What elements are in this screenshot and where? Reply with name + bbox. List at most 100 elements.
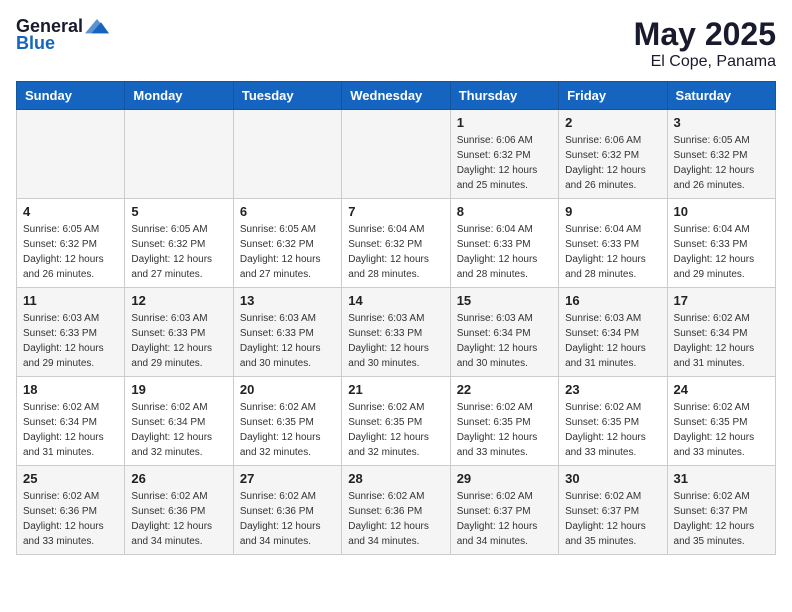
day-number: 9 (565, 204, 660, 219)
day-number: 16 (565, 293, 660, 308)
day-info: Sunrise: 6:05 AMSunset: 6:32 PMDaylight:… (240, 222, 335, 282)
calendar-cell (17, 110, 125, 199)
day-number: 10 (674, 204, 769, 219)
day-number: 27 (240, 471, 335, 486)
calendar-cell: 11 Sunrise: 6:03 AMSunset: 6:33 PMDaylig… (17, 288, 125, 377)
day-number: 25 (23, 471, 118, 486)
calendar-cell: 29 Sunrise: 6:02 AMSunset: 6:37 PMDaylig… (450, 466, 558, 555)
day-number: 23 (565, 382, 660, 397)
calendar-cell: 16 Sunrise: 6:03 AMSunset: 6:34 PMDaylig… (559, 288, 667, 377)
calendar-cell: 28 Sunrise: 6:02 AMSunset: 6:36 PMDaylig… (342, 466, 450, 555)
day-info: Sunrise: 6:02 AMSunset: 6:36 PMDaylight:… (131, 489, 226, 549)
day-info: Sunrise: 6:06 AMSunset: 6:32 PMDaylight:… (565, 133, 660, 193)
day-info: Sunrise: 6:03 AMSunset: 6:33 PMDaylight:… (240, 311, 335, 371)
logo: General Blue (16, 16, 109, 54)
day-info: Sunrise: 6:02 AMSunset: 6:34 PMDaylight:… (674, 311, 769, 371)
day-number: 1 (457, 115, 552, 130)
day-info: Sunrise: 6:02 AMSunset: 6:37 PMDaylight:… (457, 489, 552, 549)
day-info: Sunrise: 6:03 AMSunset: 6:33 PMDaylight:… (348, 311, 443, 371)
calendar-cell: 12 Sunrise: 6:03 AMSunset: 6:33 PMDaylig… (125, 288, 233, 377)
day-info: Sunrise: 6:02 AMSunset: 6:37 PMDaylight:… (674, 489, 769, 549)
calendar-cell (125, 110, 233, 199)
day-info: Sunrise: 6:03 AMSunset: 6:34 PMDaylight:… (457, 311, 552, 371)
day-info: Sunrise: 6:02 AMSunset: 6:34 PMDaylight:… (131, 400, 226, 460)
calendar-cell: 23 Sunrise: 6:02 AMSunset: 6:35 PMDaylig… (559, 377, 667, 466)
calendar-cell: 3 Sunrise: 6:05 AMSunset: 6:32 PMDayligh… (667, 110, 775, 199)
day-number: 29 (457, 471, 552, 486)
calendar-cell: 27 Sunrise: 6:02 AMSunset: 6:36 PMDaylig… (233, 466, 341, 555)
calendar-cell: 19 Sunrise: 6:02 AMSunset: 6:34 PMDaylig… (125, 377, 233, 466)
day-number: 31 (674, 471, 769, 486)
day-info: Sunrise: 6:04 AMSunset: 6:33 PMDaylight:… (674, 222, 769, 282)
calendar-cell: 13 Sunrise: 6:03 AMSunset: 6:33 PMDaylig… (233, 288, 341, 377)
day-info: Sunrise: 6:05 AMSunset: 6:32 PMDaylight:… (674, 133, 769, 193)
day-info: Sunrise: 6:02 AMSunset: 6:35 PMDaylight:… (240, 400, 335, 460)
calendar-cell: 25 Sunrise: 6:02 AMSunset: 6:36 PMDaylig… (17, 466, 125, 555)
calendar-cell: 22 Sunrise: 6:02 AMSunset: 6:35 PMDaylig… (450, 377, 558, 466)
day-number: 5 (131, 204, 226, 219)
day-info: Sunrise: 6:02 AMSunset: 6:34 PMDaylight:… (23, 400, 118, 460)
calendar-cell: 5 Sunrise: 6:05 AMSunset: 6:32 PMDayligh… (125, 199, 233, 288)
day-number: 13 (240, 293, 335, 308)
calendar-cell: 4 Sunrise: 6:05 AMSunset: 6:32 PMDayligh… (17, 199, 125, 288)
day-header-friday: Friday (559, 82, 667, 110)
calendar-cell: 18 Sunrise: 6:02 AMSunset: 6:34 PMDaylig… (17, 377, 125, 466)
calendar-cell: 6 Sunrise: 6:05 AMSunset: 6:32 PMDayligh… (233, 199, 341, 288)
title-block: May 2025 El Cope, Panama (634, 16, 776, 71)
day-number: 14 (348, 293, 443, 308)
day-header-thursday: Thursday (450, 82, 558, 110)
day-info: Sunrise: 6:02 AMSunset: 6:36 PMDaylight:… (348, 489, 443, 549)
day-info: Sunrise: 6:02 AMSunset: 6:35 PMDaylight:… (674, 400, 769, 460)
day-info: Sunrise: 6:02 AMSunset: 6:35 PMDaylight:… (348, 400, 443, 460)
day-header-saturday: Saturday (667, 82, 775, 110)
day-info: Sunrise: 6:02 AMSunset: 6:36 PMDaylight:… (23, 489, 118, 549)
calendar-cell: 10 Sunrise: 6:04 AMSunset: 6:33 PMDaylig… (667, 199, 775, 288)
calendar-cell: 20 Sunrise: 6:02 AMSunset: 6:35 PMDaylig… (233, 377, 341, 466)
day-info: Sunrise: 6:04 AMSunset: 6:33 PMDaylight:… (457, 222, 552, 282)
calendar-cell: 2 Sunrise: 6:06 AMSunset: 6:32 PMDayligh… (559, 110, 667, 199)
calendar-cell: 7 Sunrise: 6:04 AMSunset: 6:32 PMDayligh… (342, 199, 450, 288)
calendar-cell: 31 Sunrise: 6:02 AMSunset: 6:37 PMDaylig… (667, 466, 775, 555)
calendar-cell: 30 Sunrise: 6:02 AMSunset: 6:37 PMDaylig… (559, 466, 667, 555)
calendar-body: 1 Sunrise: 6:06 AMSunset: 6:32 PMDayligh… (17, 110, 776, 555)
day-header-monday: Monday (125, 82, 233, 110)
day-info: Sunrise: 6:03 AMSunset: 6:33 PMDaylight:… (131, 311, 226, 371)
calendar-cell: 24 Sunrise: 6:02 AMSunset: 6:35 PMDaylig… (667, 377, 775, 466)
day-number: 22 (457, 382, 552, 397)
day-number: 18 (23, 382, 118, 397)
day-number: 17 (674, 293, 769, 308)
day-number: 11 (23, 293, 118, 308)
calendar-cell (342, 110, 450, 199)
calendar-cell: 21 Sunrise: 6:02 AMSunset: 6:35 PMDaylig… (342, 377, 450, 466)
calendar-cell: 15 Sunrise: 6:03 AMSunset: 6:34 PMDaylig… (450, 288, 558, 377)
day-info: Sunrise: 6:02 AMSunset: 6:35 PMDaylight:… (565, 400, 660, 460)
calendar-cell: 14 Sunrise: 6:03 AMSunset: 6:33 PMDaylig… (342, 288, 450, 377)
day-number: 2 (565, 115, 660, 130)
day-info: Sunrise: 6:02 AMSunset: 6:37 PMDaylight:… (565, 489, 660, 549)
day-number: 26 (131, 471, 226, 486)
day-number: 7 (348, 204, 443, 219)
day-number: 19 (131, 382, 226, 397)
day-header-tuesday: Tuesday (233, 82, 341, 110)
day-info: Sunrise: 6:02 AMSunset: 6:35 PMDaylight:… (457, 400, 552, 460)
calendar-header: SundayMondayTuesdayWednesdayThursdayFrid… (17, 82, 776, 110)
day-number: 28 (348, 471, 443, 486)
day-number: 15 (457, 293, 552, 308)
day-header-sunday: Sunday (17, 82, 125, 110)
calendar-cell: 9 Sunrise: 6:04 AMSunset: 6:33 PMDayligh… (559, 199, 667, 288)
day-header-wednesday: Wednesday (342, 82, 450, 110)
day-number: 20 (240, 382, 335, 397)
day-info: Sunrise: 6:04 AMSunset: 6:33 PMDaylight:… (565, 222, 660, 282)
day-info: Sunrise: 6:03 AMSunset: 6:33 PMDaylight:… (23, 311, 118, 371)
calendar-cell: 17 Sunrise: 6:02 AMSunset: 6:34 PMDaylig… (667, 288, 775, 377)
day-number: 3 (674, 115, 769, 130)
day-info: Sunrise: 6:02 AMSunset: 6:36 PMDaylight:… (240, 489, 335, 549)
day-number: 30 (565, 471, 660, 486)
calendar-table: SundayMondayTuesdayWednesdayThursdayFrid… (16, 81, 776, 555)
day-number: 6 (240, 204, 335, 219)
day-info: Sunrise: 6:03 AMSunset: 6:34 PMDaylight:… (565, 311, 660, 371)
calendar-cell: 26 Sunrise: 6:02 AMSunset: 6:36 PMDaylig… (125, 466, 233, 555)
logo-blue: Blue (16, 33, 55, 54)
day-number: 12 (131, 293, 226, 308)
day-number: 24 (674, 382, 769, 397)
